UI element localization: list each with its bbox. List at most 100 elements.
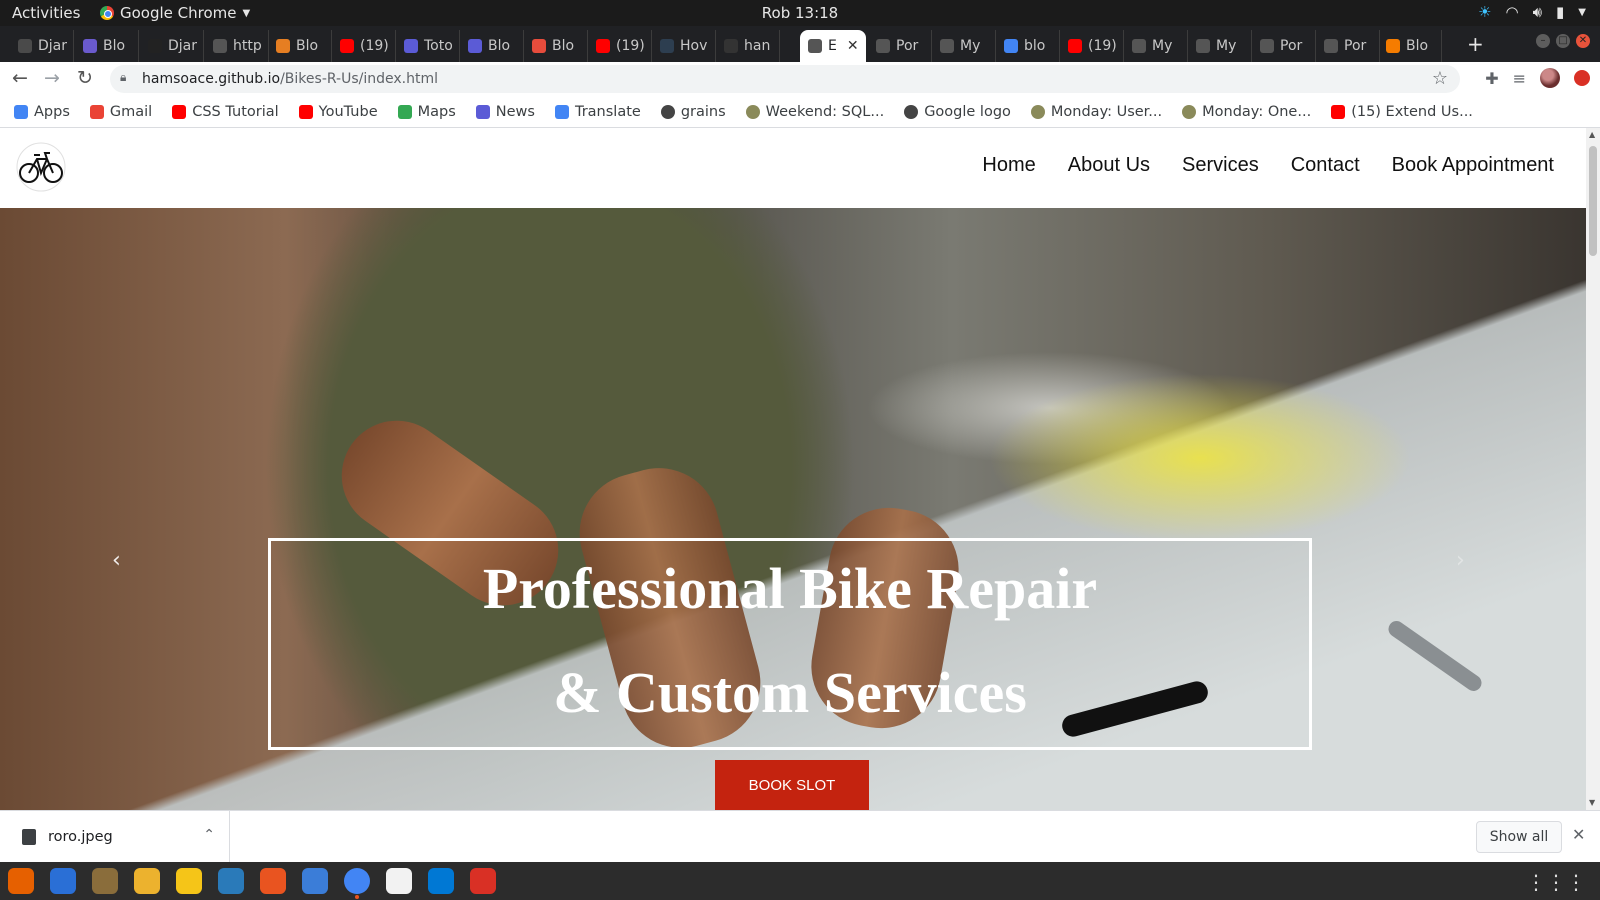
tab-favicon-icon <box>404 39 418 53</box>
tab[interactable]: My <box>1188 30 1252 62</box>
libreoffice-writer-icon[interactable] <box>218 868 244 894</box>
tab[interactable]: blo <box>996 30 1060 62</box>
software-icon[interactable] <box>260 868 286 894</box>
bookmark-item[interactable]: Translate <box>554 104 641 120</box>
tab[interactable]: Blo <box>75 30 139 62</box>
carousel-next-icon[interactable]: › <box>1456 548 1465 573</box>
chrome-icon[interactable] <box>344 868 370 899</box>
globe-icon <box>660 104 675 119</box>
thunderbird-icon[interactable] <box>50 868 76 894</box>
bookmark-item[interactable]: Maps <box>397 104 456 120</box>
rhythmbox-icon[interactable] <box>176 868 202 894</box>
bookmark-item[interactable]: CSS Tutorial <box>172 104 279 120</box>
show-apps-grid-icon[interactable]: ⋮⋮⋮ <box>1526 870 1586 894</box>
reload-button[interactable]: ↻ <box>77 67 93 89</box>
tab[interactable]: Blo <box>524 30 588 62</box>
show-all-downloads-button[interactable]: Show all <box>1476 821 1562 853</box>
bookmark-item[interactable]: Google logo <box>904 104 1011 120</box>
close-icon[interactable]: ✕ <box>1572 825 1585 844</box>
profile-avatar[interactable] <box>1540 68 1560 88</box>
tab-favicon-icon <box>1004 39 1018 53</box>
bookmark-item[interactable]: News <box>475 104 535 120</box>
tab-label: My <box>1152 38 1173 54</box>
nav-services[interactable]: Services <box>1182 154 1259 177</box>
tab[interactable]: Djar <box>140 30 204 62</box>
bookmark-item[interactable]: Weekend: SQL... <box>745 104 884 120</box>
nav-contact[interactable]: Contact <box>1291 154 1360 177</box>
chrome-icon <box>100 6 114 20</box>
tab[interactable]: (19) <box>332 30 396 62</box>
forward-button[interactable]: → <box>44 67 60 89</box>
site-header: Home About Us Services Contact Book Appo… <box>0 128 1586 208</box>
chevron-down-icon[interactable]: ▼ <box>1578 7 1586 18</box>
battery-icon[interactable]: ▮ <box>1556 3 1564 21</box>
tab-label: Por <box>1280 38 1303 54</box>
tab[interactable]: My <box>932 30 996 62</box>
update-indicator-icon[interactable] <box>1574 70 1590 86</box>
slack-icon[interactable] <box>134 868 160 894</box>
clock[interactable]: Rob 13:18 <box>762 4 838 22</box>
app-menu[interactable]: Google Chrome ▼ <box>100 4 250 22</box>
tab[interactable]: Blo <box>1378 30 1442 62</box>
tab[interactable]: han <box>716 30 780 62</box>
nav-about-us[interactable]: About Us <box>1068 154 1150 177</box>
close-tab-icon[interactable]: ✕ <box>847 38 859 54</box>
close-window-button[interactable]: ✕ <box>1576 34 1590 48</box>
download-item[interactable]: roro.jpeg ⌃ <box>18 811 230 863</box>
minimize-button[interactable]: – <box>1536 34 1550 48</box>
tab-active[interactable]: E ✕ <box>800 30 866 62</box>
scrollbar-thumb[interactable] <box>1589 146 1597 256</box>
tab[interactable]: Por <box>1316 30 1380 62</box>
scroll-up-icon[interactable]: ▲ <box>1589 130 1595 139</box>
tab[interactable]: Hov <box>652 30 716 62</box>
tab[interactable]: (19) <box>1060 30 1124 62</box>
screenshot-icon[interactable] <box>470 868 496 894</box>
tab-label: Blo <box>103 38 126 54</box>
address-bar[interactable]: 🔒︎ hamsoace.github.io/Bikes-R-Us/index.h… <box>110 65 1460 93</box>
bookmark-item[interactable]: grains <box>660 104 726 120</box>
tab[interactable]: Blo <box>460 30 524 62</box>
bookmark-item[interactable]: Monday: User... <box>1030 104 1162 120</box>
activities-button[interactable]: Activities <box>12 4 80 22</box>
bookmark-item[interactable]: (15) Extend Us... <box>1331 104 1473 120</box>
bookmark-item[interactable]: Monday: One... <box>1182 104 1311 120</box>
tab-favicon-icon <box>660 39 674 53</box>
bicycle-logo-icon[interactable] <box>16 142 66 192</box>
tab[interactable]: http <box>205 30 269 62</box>
carousel-prev-icon[interactable]: ‹ <box>112 548 121 573</box>
maximize-button[interactable]: □ <box>1556 34 1570 48</box>
lock-icon[interactable]: 🔒︎ <box>120 70 126 85</box>
url-text[interactable]: hamsoace.github.io/Bikes-R-Us/index.html <box>142 71 438 87</box>
firefox-icon[interactable] <box>8 868 34 894</box>
bookmark-star-icon[interactable]: ☆ <box>1432 68 1448 89</box>
bookmark-item[interactable]: Apps <box>14 104 70 120</box>
tab[interactable]: Por <box>1252 30 1316 62</box>
text-editor-icon[interactable] <box>386 868 412 894</box>
files-icon[interactable] <box>92 868 118 894</box>
tab[interactable]: Toto <box>396 30 460 62</box>
nav-book-appointment[interactable]: Book Appointment <box>1392 154 1554 177</box>
chevron-up-icon[interactable]: ⌃ <box>203 827 215 843</box>
media-queue-icon[interactable]: ≡ <box>1513 69 1526 88</box>
bookmark-item[interactable]: Gmail <box>89 104 152 120</box>
nav-home[interactable]: Home <box>982 154 1035 177</box>
tab[interactable]: Blo <box>268 30 332 62</box>
book-slot-button[interactable]: BOOK SLOT <box>715 760 869 810</box>
extensions-puzzle-icon[interactable]: ✚ <box>1485 69 1498 88</box>
vscode-icon[interactable] <box>428 868 454 894</box>
back-button[interactable]: ← <box>12 67 28 89</box>
new-tab-button[interactable]: + <box>1467 32 1484 56</box>
weather-icon[interactable]: ☀ <box>1478 3 1491 21</box>
help-icon[interactable] <box>302 868 328 894</box>
scroll-down-icon[interactable]: ▼ <box>1589 798 1595 807</box>
tab[interactable]: Djar <box>10 30 74 62</box>
tab[interactable]: My <box>1124 30 1188 62</box>
page-scrollbar[interactable]: ▲ ▼ <box>1586 128 1600 810</box>
tab[interactable]: Por <box>868 30 932 62</box>
bookmark-item[interactable]: YouTube <box>298 104 378 120</box>
download-filename: roro.jpeg <box>48 829 113 845</box>
volume-icon[interactable]: 🔊︎ <box>1533 3 1542 21</box>
system-tray[interactable]: ☀ ◠ 🔊︎ ▮ ▼ <box>1478 3 1586 21</box>
tab[interactable]: (19) <box>588 30 652 62</box>
wifi-icon[interactable]: ◠ <box>1505 3 1518 21</box>
